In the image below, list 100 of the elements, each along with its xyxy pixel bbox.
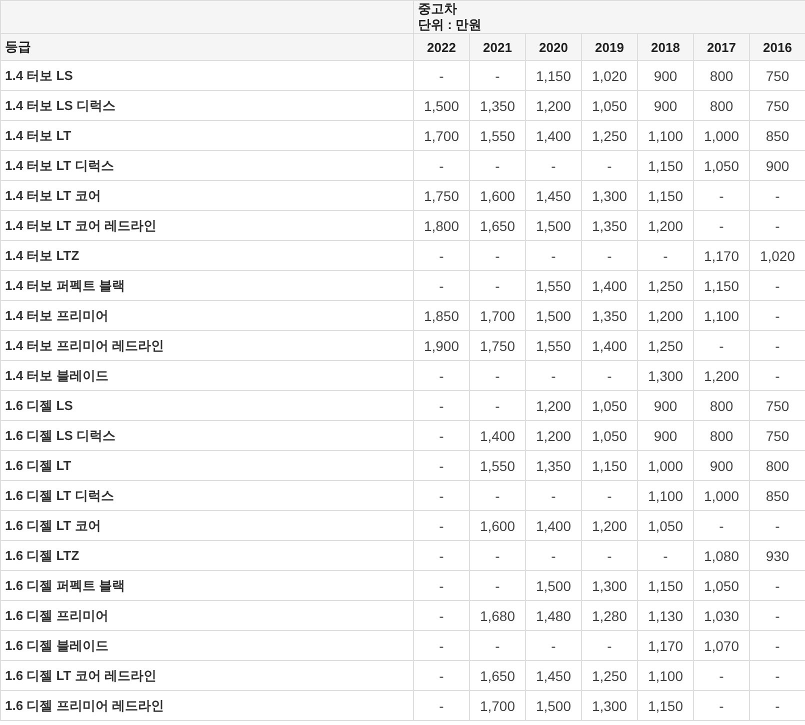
table-cell: 1,150 [638, 180, 694, 210]
header-cell: 2016 [750, 34, 805, 60]
row-label: 1.6 디젤 LTZ [0, 540, 414, 570]
table-cell: - [694, 180, 750, 210]
table-cell: - [414, 60, 470, 90]
row-label: 1.6 디젤 퍼펙트 블랙 [0, 570, 414, 600]
table-cell: - [414, 240, 470, 270]
table-cell: 1,130 [638, 600, 694, 630]
table-cell: - [414, 630, 470, 660]
header-cell: 2020 [526, 34, 582, 60]
table-cell: 1,050 [582, 390, 638, 420]
table-cell: 1,150 [638, 690, 694, 720]
table-cell: - [582, 150, 638, 180]
table-cell: 1,500 [526, 210, 582, 240]
table-cell: 1,300 [638, 360, 694, 390]
table-cell: - [694, 330, 750, 360]
table-cell: 1,200 [638, 210, 694, 240]
table-cell: 1,400 [582, 270, 638, 300]
row-label: 1.6 디젤 LT 코어 레드라인 [0, 660, 414, 690]
table-cell: - [638, 540, 694, 570]
table-cell: - [526, 540, 582, 570]
table-cell: - [414, 480, 470, 510]
table-cell: 1,000 [694, 480, 750, 510]
table-cell: 1,350 [582, 300, 638, 330]
table-cell: 1,280 [582, 600, 638, 630]
table-cell: - [470, 480, 526, 510]
table-cell: 800 [694, 420, 750, 450]
table-cell: 1,450 [526, 180, 582, 210]
table-cell: - [582, 630, 638, 660]
table-cell: 1,250 [638, 330, 694, 360]
table-cell: - [526, 360, 582, 390]
table-cell: 1,050 [638, 510, 694, 540]
table-cell: - [470, 60, 526, 90]
table-cell: 1,020 [582, 60, 638, 90]
table-cell: - [638, 240, 694, 270]
table-cell: 1,250 [582, 120, 638, 150]
table-cell: 1,200 [638, 300, 694, 330]
table-cell: 1,680 [470, 600, 526, 630]
row-label: 1.4 터보 LS 디럭스 [0, 90, 414, 120]
table-cell: 1,550 [470, 450, 526, 480]
group-title: 중고차 [418, 1, 458, 17]
table-cell: - [526, 480, 582, 510]
table-cell: - [582, 480, 638, 510]
table-cell: 1,000 [694, 120, 750, 150]
table-cell: 900 [638, 60, 694, 90]
table-cell: 1,170 [694, 240, 750, 270]
table-cell: 1,030 [694, 600, 750, 630]
table-cell: 1,400 [526, 120, 582, 150]
row-label: 1.4 터보 LTZ [0, 240, 414, 270]
table-cell: 1,150 [638, 570, 694, 600]
table-cell: 1,100 [638, 120, 694, 150]
row-label: 1.4 터보 LT 디럭스 [0, 150, 414, 180]
header-cell: 2021 [470, 34, 526, 60]
table-cell: - [582, 540, 638, 570]
row-label: 1.4 터보 프리미어 레드라인 [0, 330, 414, 360]
table-cell: - [414, 150, 470, 180]
row-label: 1.6 디젤 LT 코어 [0, 510, 414, 540]
header-cell: 2018 [638, 34, 694, 60]
table-cell: 1,500 [526, 300, 582, 330]
row-label: 1.6 디젤 LT 디럭스 [0, 480, 414, 510]
table-cell: 1,200 [526, 420, 582, 450]
table-cell: 1,900 [414, 330, 470, 360]
row-label: 1.6 디젤 블레이드 [0, 630, 414, 660]
table-cell: - [470, 630, 526, 660]
table-cell: 1,050 [694, 570, 750, 600]
table-cell: 1,150 [526, 60, 582, 90]
table-cell: 1,300 [582, 570, 638, 600]
table-cell: 1,480 [526, 600, 582, 630]
table-cell: 1,550 [526, 330, 582, 360]
table-cell: 800 [694, 60, 750, 90]
table-cell: 1,250 [582, 660, 638, 690]
table-cell: - [414, 690, 470, 720]
row-label: 1.6 디젤 LS [0, 390, 414, 420]
table-cell: - [414, 360, 470, 390]
table-cell: 1,700 [414, 120, 470, 150]
table-cell: 1,100 [694, 300, 750, 330]
table-cell: 1,750 [414, 180, 470, 210]
header-cell: 2022 [414, 34, 470, 60]
table-cell: - [414, 660, 470, 690]
table-cell: 1,070 [694, 630, 750, 660]
row-label: 1.4 터보 LT 코어 레드라인 [0, 210, 414, 240]
table-cell: 1,350 [470, 90, 526, 120]
table-cell: 800 [694, 390, 750, 420]
table-cell: - [470, 360, 526, 390]
table-cell: 1,100 [638, 660, 694, 690]
table-cell: 1,550 [470, 120, 526, 150]
row-label: 1.6 디젤 LS 디럭스 [0, 420, 414, 450]
table-cell: 1,850 [414, 300, 470, 330]
table-cell: 1,150 [694, 270, 750, 300]
table-cell: 1,350 [526, 450, 582, 480]
table-cell: 1,150 [582, 450, 638, 480]
table-cell: - [414, 390, 470, 420]
row-label: 1.6 디젤 LT [0, 450, 414, 480]
table-cell: - [470, 150, 526, 180]
table-cell: - [526, 150, 582, 180]
table-cell: - [414, 540, 470, 570]
table-cell: 900 [638, 390, 694, 420]
table-cell: 1,600 [470, 180, 526, 210]
row-label: 1.4 터보 블레이드 [0, 360, 414, 390]
row-label: 1.4 터보 퍼펙트 블랙 [0, 270, 414, 300]
